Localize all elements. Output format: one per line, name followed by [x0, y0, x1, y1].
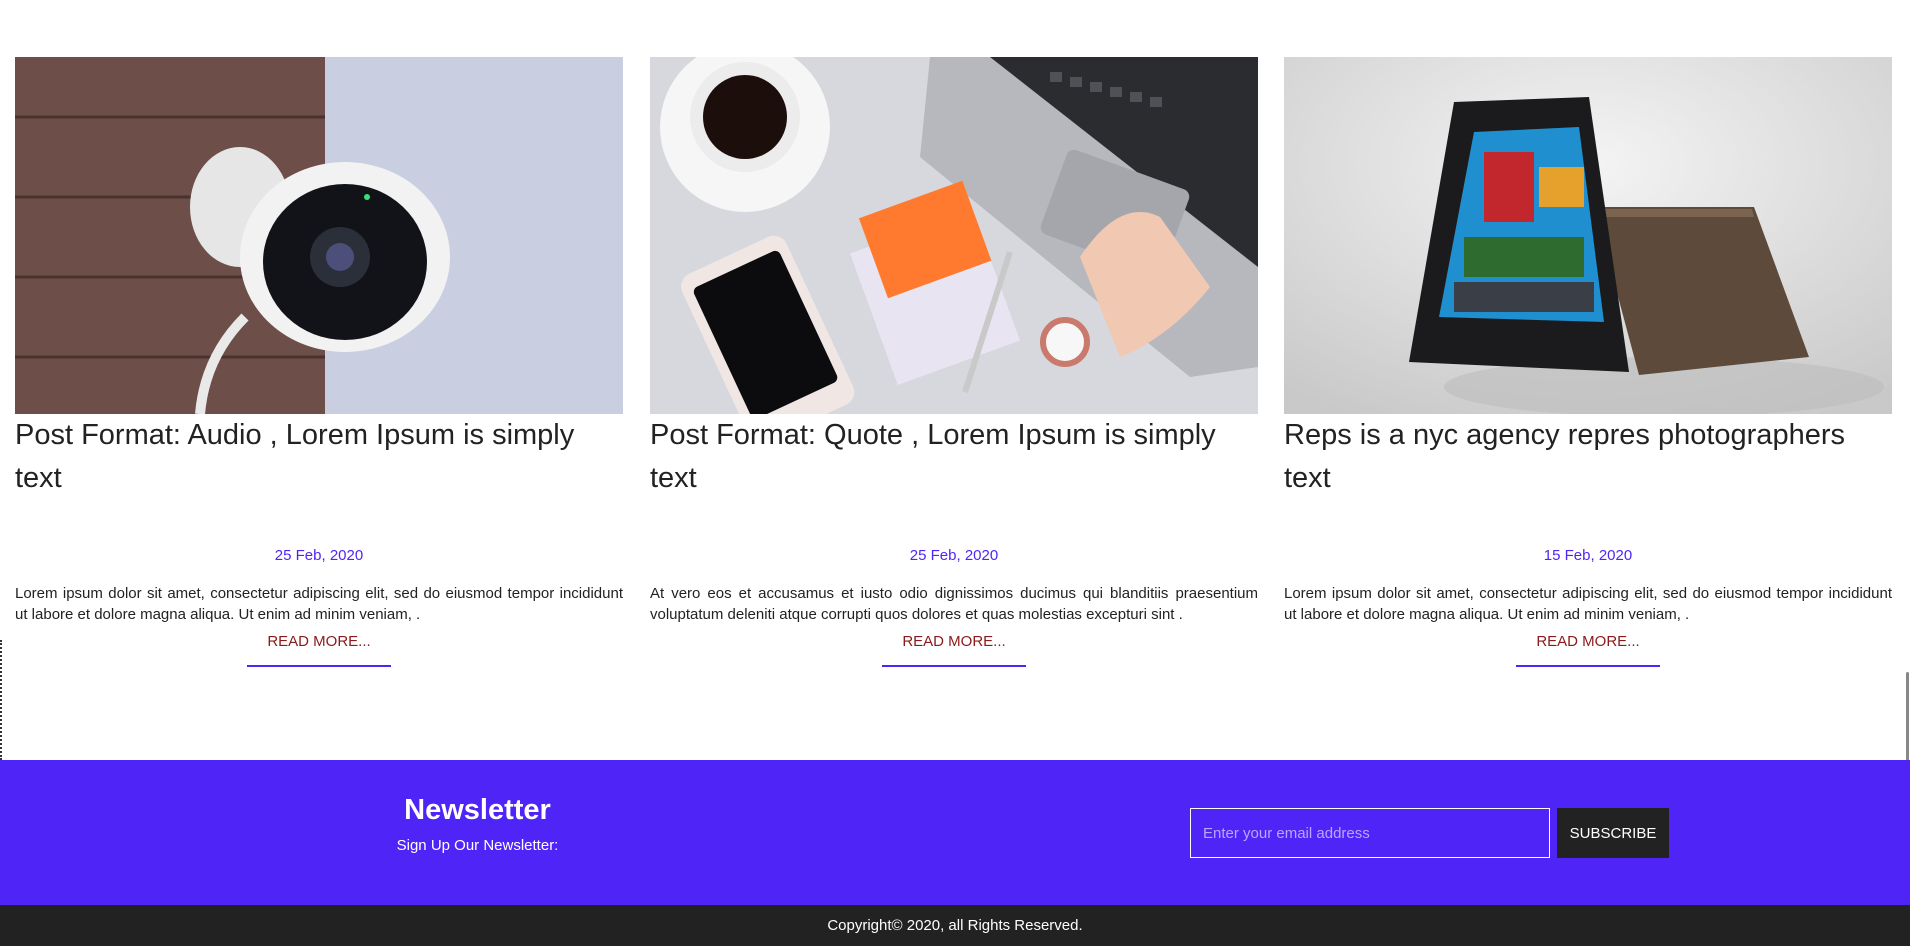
read-more-wrapper: READ MORE... [1284, 633, 1892, 667]
email-input[interactable] [1190, 808, 1550, 858]
post-date: 25 Feb, 2020 [909, 547, 999, 564]
scrollbar[interactable] [1904, 0, 1910, 768]
post-excerpt: Lorem ipsum dolor sit amet, consectetur … [1284, 585, 1892, 623]
footer: Copyright© 2020, all Rights Reserved. [0, 905, 1910, 946]
read-more-wrapper: READ MORE... [650, 633, 1258, 667]
tablets-image[interactable] [1284, 57, 1892, 414]
copyright-text: Copyright© 2020, all Rights Reserved. [827, 917, 1083, 934]
read-more-link[interactable]: READ MORE... [1516, 633, 1660, 667]
post-card: Post Format: Audio , Lorem Ipsum is simp… [15, 57, 623, 667]
post-date: 25 Feb, 2020 [274, 547, 364, 564]
post-excerpt: Lorem ipsum dolor sit amet, consectetur … [15, 585, 623, 623]
post-title[interactable]: Post Format: Quote , Lorem Ipsum is simp… [650, 414, 1258, 550]
desk-laptop-image[interactable] [650, 57, 1258, 414]
blog-posts-section: Post Format: Audio , Lorem Ipsum is simp… [0, 0, 1910, 768]
post-excerpt: At vero eos et accusamus et iusto odio d… [650, 585, 1258, 623]
read-more-wrapper: READ MORE... [15, 633, 623, 667]
read-more-link[interactable]: READ MORE... [882, 633, 1026, 667]
read-more-link[interactable]: READ MORE... [247, 633, 391, 667]
post-card: Post Format: Quote , Lorem Ipsum is simp… [650, 57, 1258, 667]
post-title[interactable]: Reps is a nyc agency repres photographer… [1284, 414, 1892, 550]
post-card: Reps is a nyc agency repres photographer… [1284, 57, 1892, 667]
newsletter-title: Newsletter [404, 794, 551, 826]
newsletter-subtitle: Sign Up Our Newsletter: [396, 837, 559, 854]
left-edge-marker [0, 640, 3, 760]
subscribe-button[interactable]: SUBSCRIBE [1557, 808, 1669, 858]
post-date: 15 Feb, 2020 [1543, 547, 1633, 564]
scrollbar-thumb[interactable] [1906, 672, 1909, 768]
security-camera-image[interactable] [15, 57, 623, 414]
post-title[interactable]: Post Format: Audio , Lorem Ipsum is simp… [15, 414, 623, 550]
newsletter-section: Newsletter Sign Up Our Newsletter: SUBSC… [0, 760, 1910, 905]
